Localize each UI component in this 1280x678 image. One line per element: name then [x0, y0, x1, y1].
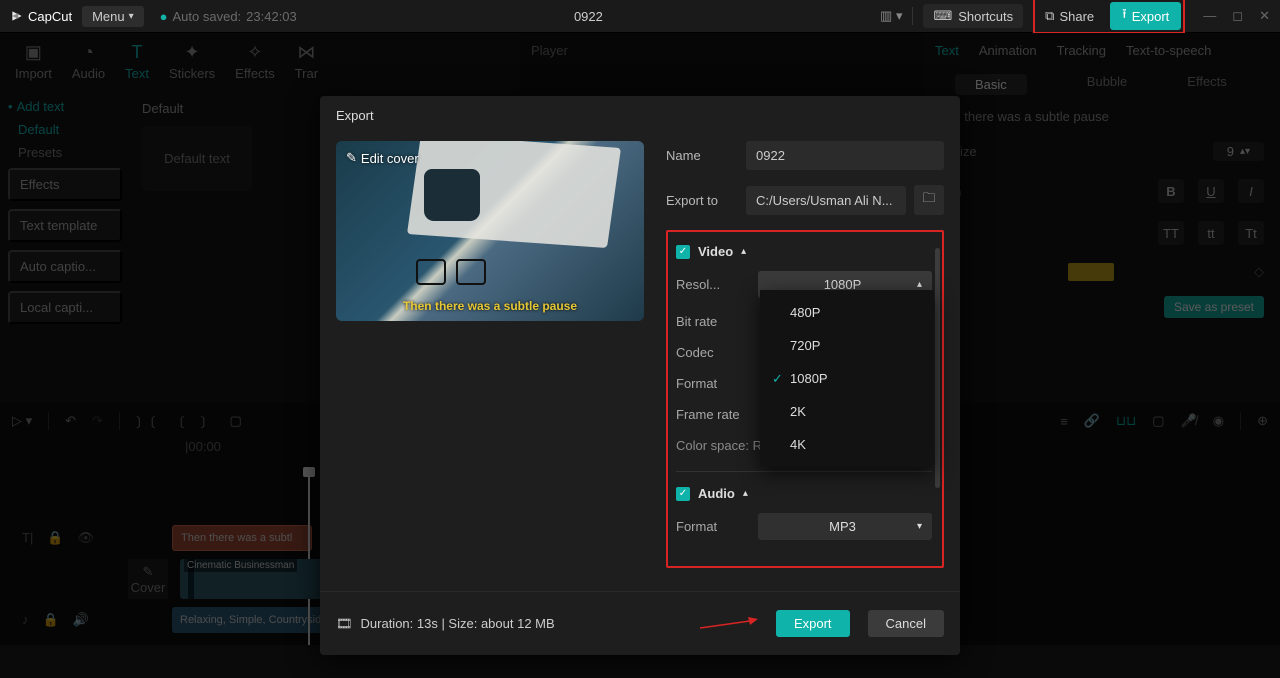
name-label: Name	[666, 148, 746, 163]
dialog-title: Export	[320, 96, 960, 135]
scrollbar[interactable]	[935, 248, 940, 488]
check-icon: ●	[160, 9, 168, 24]
exportto-path[interactable]: C:/Users/Usman Ali N...	[746, 186, 906, 215]
colorspace-label: Color space:	[676, 438, 749, 453]
audio-section-label: Audio	[698, 486, 735, 501]
chevron-down-icon: ▾	[917, 521, 922, 532]
main-menu-button[interactable]: Menu▾	[82, 6, 144, 27]
codec-label: Codec	[676, 345, 758, 360]
arrow-annotation	[700, 617, 758, 631]
bitrate-label: Bit rate	[676, 314, 758, 329]
res-opt-1080p[interactable]: 1080P	[760, 362, 934, 395]
export-stats: 🎞 Duration: 13s | Size: about 12 MB	[336, 616, 555, 632]
export-dialog: Export ✎Edit cover Then there was a subt…	[320, 96, 960, 655]
edit-cover-button[interactable]: ✎Edit cover	[346, 150, 419, 166]
framerate-label: Frame rate	[676, 407, 758, 422]
audio-format-label: Format	[676, 519, 758, 534]
close-icon[interactable]: ✕	[1259, 8, 1270, 24]
shortcuts-button[interactable]: ⌨ Shortcuts	[923, 4, 1023, 28]
exportto-label: Export to	[666, 193, 746, 208]
share-export-highlight: ⧉ Share ⭱ Export	[1033, 0, 1185, 34]
folder-icon: 🗀	[922, 189, 935, 211]
collapse-icon[interactable]: ▴	[743, 488, 748, 499]
browse-folder-button[interactable]: 🗀	[914, 185, 944, 215]
share-icon: ⧉	[1045, 8, 1054, 24]
audio-checkbox[interactable]: ✓	[676, 487, 690, 501]
res-opt-4k[interactable]: 4K	[760, 428, 934, 461]
minimize-icon[interactable]: —	[1203, 8, 1216, 24]
export-preview: ✎Edit cover Then there was a subtle paus…	[336, 141, 644, 321]
video-audio-highlight: ✓ Video ▴ Resol... 1080P▴ 480P 7	[666, 230, 944, 568]
video-section-label: Video	[698, 244, 733, 259]
share-button[interactable]: ⧉ Share	[1037, 2, 1102, 30]
upload-icon: ⭱	[1122, 5, 1127, 27]
keyboard-icon: ⌨	[933, 8, 952, 24]
res-opt-720p[interactable]: 720P	[760, 329, 934, 362]
video-checkbox[interactable]: ✓	[676, 245, 690, 259]
audio-format-dropdown[interactable]: MP3▾	[758, 513, 932, 540]
app-logo: CapCut	[10, 9, 72, 24]
pencil-icon: ✎	[346, 150, 357, 166]
film-icon: 🎞	[336, 616, 353, 632]
export-button-titlebar[interactable]: ⭱ Export	[1110, 2, 1181, 30]
project-title: 0922	[307, 9, 870, 24]
format-label: Format	[676, 376, 758, 391]
resolution-label: Resol...	[676, 277, 758, 292]
name-input[interactable]: 0922	[746, 141, 944, 170]
autosave-status: ● Auto saved: 23:42:03	[160, 9, 297, 24]
resolution-options: 480P 720P 1080P 2K 4K	[760, 290, 934, 467]
maximize-icon[interactable]: ◻	[1232, 8, 1243, 24]
layout-icon[interactable]: ▥ ▾	[880, 8, 902, 24]
chevron-up-icon: ▴	[917, 279, 922, 290]
res-opt-2k[interactable]: 2K	[760, 395, 934, 428]
res-opt-480p[interactable]: 480P	[760, 296, 934, 329]
preview-subtitle: Then there was a subtle pause	[336, 299, 644, 313]
modal-export-button[interactable]: Export	[776, 610, 850, 637]
modal-cancel-button[interactable]: Cancel	[868, 610, 944, 637]
collapse-icon[interactable]: ▴	[741, 246, 746, 257]
divider	[912, 7, 913, 25]
